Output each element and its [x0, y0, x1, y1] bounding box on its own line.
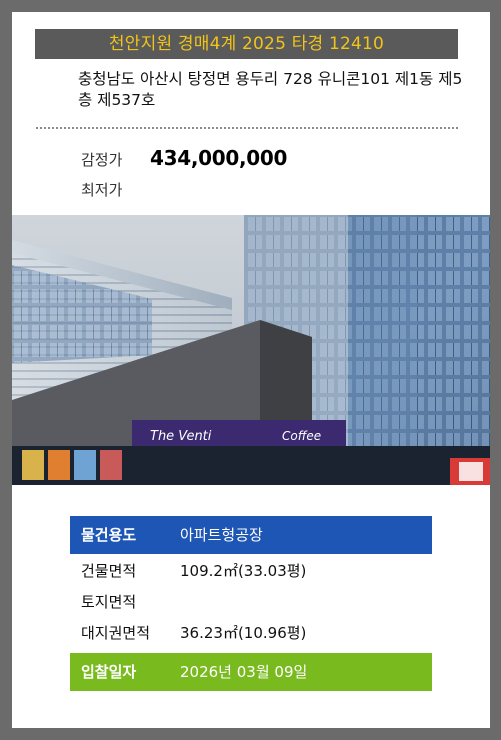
property-address: 충청남도 아산시 탕정면 용두리 728 유니콘101 제1동 제5층 제537… — [78, 70, 463, 109]
bid-date-value: 2026년 03월 09일 — [180, 663, 308, 681]
property-info-table: 물건용도 아파트형공장 건물면적 109.2㎡(33.03평) 토지면적 대지권… — [70, 516, 432, 691]
bid-date-row: 입찰일자 2026년 03월 09일 — [70, 653, 432, 691]
land-right-area-row: 대지권면적 36.23㎡(10.96평) — [70, 618, 432, 649]
building-area-label: 건물면적 — [81, 562, 137, 580]
bid-date-label: 입찰일자 — [81, 663, 137, 681]
land-area-row: 토지면적 — [70, 587, 432, 618]
land-right-area-label: 대지권면적 — [81, 624, 151, 642]
minimum-price-label: 최저가 — [81, 181, 123, 199]
usage-value: 아파트형공장 — [180, 526, 263, 544]
property-photo: The Venti Coffee — [12, 215, 490, 485]
land-area-label: 토지면적 — [81, 593, 137, 611]
usage-label: 물건용도 — [81, 526, 137, 544]
court-case-title: 천안지원 경매4계 2025 타경 12410 — [35, 29, 458, 59]
building-area-value: 109.2㎡(33.03평) — [180, 562, 307, 580]
photo-sign-text-2: Coffee — [282, 429, 321, 443]
photo-sign-text-1: The Venti — [150, 429, 212, 444]
dotted-divider — [36, 127, 458, 129]
auction-card: 천안지원 경매4계 2025 타경 12410 충청남도 아산시 탕정면 용두리… — [12, 12, 490, 728]
usage-row: 물건용도 아파트형공장 — [70, 516, 432, 554]
land-right-area-value: 36.23㎡(10.96평) — [180, 624, 307, 642]
appraisal-price-value: 434,000,000 — [150, 146, 288, 170]
building-area-row: 건물면적 109.2㎡(33.03평) — [70, 556, 432, 587]
appraisal-price-label: 감정가 — [81, 151, 123, 169]
